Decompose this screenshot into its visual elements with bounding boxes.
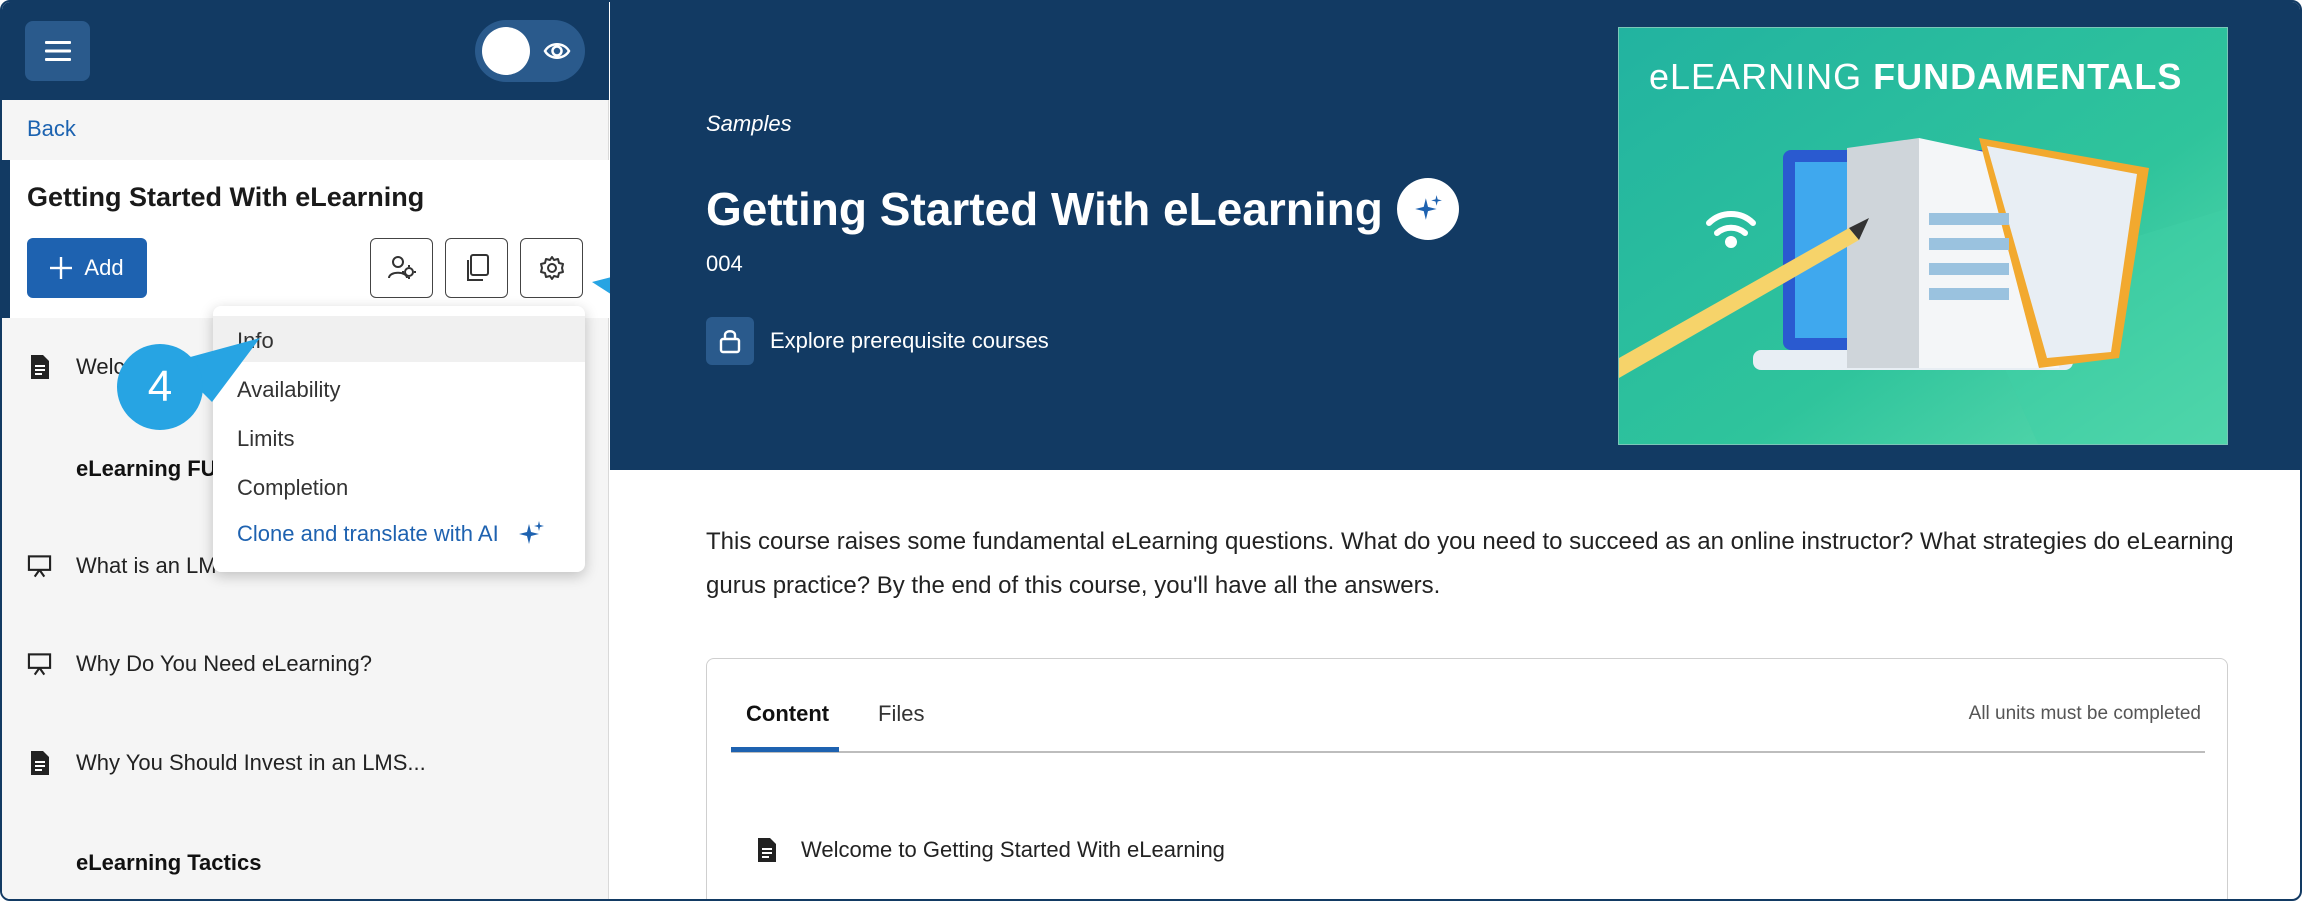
list-item-label: Why You Should Invest in an LMS... [76,750,426,775]
list-item[interactable]: What is an LM [27,553,217,579]
preview-toggle[interactable] [475,20,585,82]
active-tab-indicator [731,747,839,752]
document-icon [27,750,52,776]
list-item[interactable]: Why You Should Invest in an LMS... [27,750,426,776]
sparkle-icon [518,521,544,544]
list-item[interactable]: Why Do You Need eLearning? [27,651,372,677]
prerequisite-link[interactable]: Explore prerequisite courses [706,317,1049,365]
copy-icon [466,254,489,281]
tab-content[interactable]: Content [746,701,829,727]
course-title: Getting Started With eLearning [27,182,425,212]
document-icon [27,354,52,380]
gear-icon [539,256,564,280]
tab-files[interactable]: Files [878,701,924,727]
book-illustration [1847,138,2149,368]
category-label: Samples [706,111,792,136]
page-title: Getting Started With eLearning [706,183,1383,235]
content-card: Content Files All units must be complete… [706,658,2228,899]
toggle-knob [482,27,530,75]
app-window: Back Getting Started With eLearning Add … [0,0,2302,901]
menu-button[interactable] [25,21,90,81]
section-heading: eLearning Tactics [76,850,262,875]
course-banner-image: eLEARNING FUNDAMENTALS [1618,27,2228,445]
hero-title-row: Getting Started With eLearning [706,178,1459,240]
menu-item-clone-translate[interactable]: Clone and translate with AI [237,520,545,548]
menu-item-completion[interactable]: Completion [237,475,348,501]
sidebar: Back Getting Started With eLearning Add … [2,2,609,899]
lock-icon [706,317,754,365]
prerequisite-label: Explore prerequisite courses [770,328,1049,353]
course-description: This course raises some fundamental eLea… [706,528,2234,599]
list-item-label: What is an LM [76,553,217,578]
course-code: 004 [706,251,743,276]
presentation-icon [27,652,52,676]
presentation-icon [27,554,52,578]
callout-4: 4 [117,344,203,430]
ai-badge[interactable] [1396,178,1459,240]
menu-item-label: Clone and translate with AI [237,521,499,546]
users-button[interactable] [370,238,433,298]
banner-title: eLEARNING FUNDAMENTALS [1649,56,2183,97]
hamburger-icon [44,41,71,61]
tab-divider [731,751,2205,753]
eye-icon [543,43,571,59]
course-header: Getting Started With eLearning Add [2,160,609,318]
menu-item-limits[interactable]: Limits [237,426,294,452]
plus-icon [50,257,73,279]
add-label: Add [84,255,124,280]
completion-note: All units must be completed [1968,703,2201,724]
unit-label: Welcome to Getting Started With eLearnin… [801,837,1225,862]
add-button[interactable]: Add [27,238,147,298]
document-icon [758,838,776,862]
unit-row[interactable]: Welcome to Getting Started With eLearnin… [757,837,1225,863]
active-accent-bar [2,160,10,318]
section-heading: eLearning FU [76,456,217,481]
users-icon [387,256,416,279]
copy-button[interactable] [445,238,508,298]
sparkle-icon [1414,195,1442,220]
sidebar-topbar [2,2,609,100]
settings-dropdown: Info Availability Limits Completion Clon… [213,306,585,572]
list-item-label: Why Do You Need eLearning? [76,651,372,676]
back-link[interactable]: Back [27,116,76,142]
settings-button[interactable] [520,238,583,298]
